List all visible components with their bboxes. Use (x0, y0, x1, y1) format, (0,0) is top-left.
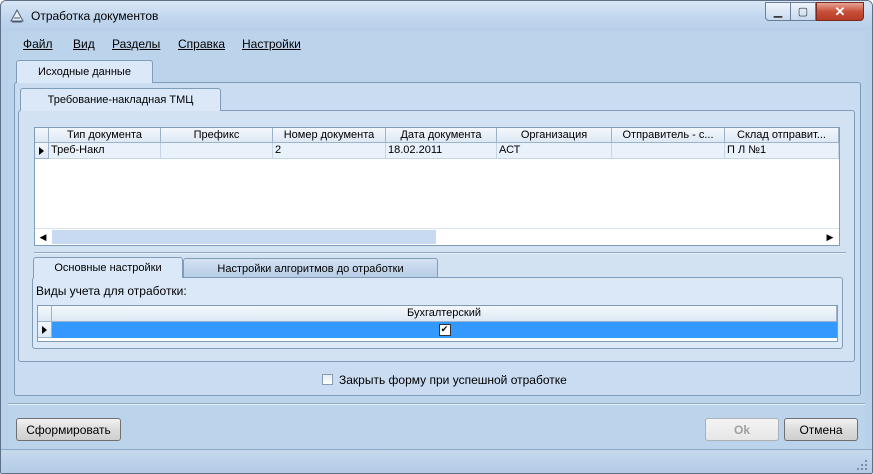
generate-button[interactable]: Сформировать (16, 418, 121, 441)
tab-main-settings-label: Основные настройки (54, 262, 162, 274)
column-header[interactable]: Бухгалтерский (52, 306, 837, 322)
menu-help[interactable]: Справка (178, 37, 225, 51)
tab-requisition-invoice-label: Требование-накладная ТМЦ (47, 94, 194, 106)
resize-grip-icon[interactable] (856, 459, 868, 471)
column-header[interactable]: Префикс (161, 128, 273, 143)
tab-algorithm-settings[interactable]: Настройки алгоритмов до отработки (183, 258, 438, 278)
table-cell[interactable] (612, 143, 725, 159)
minimize-icon: ▁ (773, 6, 783, 18)
current-row-arrow-icon (42, 326, 47, 334)
accounting-types-label: Виды учета для отработки: (36, 284, 187, 298)
checkbox-checked[interactable]: ✔ (438, 324, 451, 337)
scroll-right-icon[interactable]: ▶ (822, 229, 838, 245)
tab-source-data-label: Исходные данные (38, 66, 131, 78)
close-button[interactable]: ✕ (816, 2, 864, 21)
table-cell[interactable] (161, 143, 273, 159)
grid-corner (35, 128, 49, 143)
ok-button[interactable]: Ok (705, 418, 779, 441)
divider (8, 403, 865, 405)
main-window: Отработка документов ▁ ▢ ✕ Файл Вид Разд… (0, 0, 873, 474)
row-indicator[interactable] (38, 322, 52, 338)
close-on-success-checkbox[interactable] (322, 374, 333, 385)
maximize-icon: ▢ (797, 6, 809, 18)
menu-file[interactable]: Файл (23, 37, 53, 51)
column-header[interactable]: Отправитель - с... (612, 128, 725, 143)
documents-grid: Тип документа Префикс Номер документа Да… (34, 127, 840, 246)
status-bar (1, 449, 872, 473)
row-indicator[interactable] (35, 143, 49, 159)
tab-main-settings[interactable]: Основные настройки (33, 257, 183, 278)
horizontal-scrollbar[interactable]: ◀ ▶ (35, 228, 839, 245)
menu-settings[interactable]: Настройки (242, 37, 301, 51)
tab-algorithm-settings-label: Настройки алгоритмов до отработки (217, 262, 404, 275)
table-cell[interactable]: 2 (273, 143, 386, 159)
current-row-arrow-icon (39, 147, 44, 155)
cancel-button[interactable]: Отмена (784, 418, 858, 441)
source-data-panel: Требование-накладная ТМЦ Тип документа П… (14, 82, 861, 396)
tab-requisition-invoice[interactable]: Требование-накладная ТМЦ (20, 88, 221, 111)
app-icon (10, 8, 24, 23)
table-cell[interactable]: П Л №1 (725, 143, 839, 159)
accounting-grid: Бухгалтерский ✔ (37, 305, 838, 342)
tab-source-data[interactable]: Исходные данные (16, 60, 153, 83)
maximize-button[interactable]: ▢ (790, 2, 816, 21)
column-header[interactable]: Тип документа (49, 128, 161, 143)
menu-bar: Файл Вид Разделы Справка Настройки (8, 31, 865, 57)
close-icon: ✕ (834, 3, 846, 19)
menu-view[interactable]: Вид (73, 37, 95, 51)
main-settings-panel: Виды учета для отработки: Бухгалтерский … (32, 277, 843, 349)
grid-corner (38, 306, 52, 322)
table-cell[interactable]: 18.02.2011 (386, 143, 497, 159)
menu-sections[interactable]: Разделы (112, 37, 160, 51)
scroll-left-icon[interactable]: ◀ (35, 229, 51, 245)
column-header[interactable]: Склад отправит... (725, 128, 839, 143)
table-cell[interactable]: АСТ (497, 143, 612, 159)
accounting-check-cell[interactable]: ✔ (52, 322, 837, 338)
client-area: Файл Вид Разделы Справка Настройки Исход… (8, 31, 865, 468)
column-header[interactable]: Дата документа (386, 128, 497, 143)
close-on-success-label: Закрыть форму при успешной отработке (339, 373, 567, 387)
title-bar: Отработка документов ▁ ▢ ✕ (1, 1, 872, 31)
column-header[interactable]: Организация (497, 128, 612, 143)
requisition-panel: Тип документа Префикс Номер документа Да… (18, 110, 855, 362)
scroll-thumb[interactable] (52, 230, 436, 244)
minimize-button[interactable]: ▁ (765, 2, 791, 21)
table-cell[interactable]: Треб-Накл (49, 143, 161, 159)
divider (34, 252, 846, 254)
column-header[interactable]: Номер документа (273, 128, 386, 143)
window-title: Отработка документов (31, 9, 159, 23)
